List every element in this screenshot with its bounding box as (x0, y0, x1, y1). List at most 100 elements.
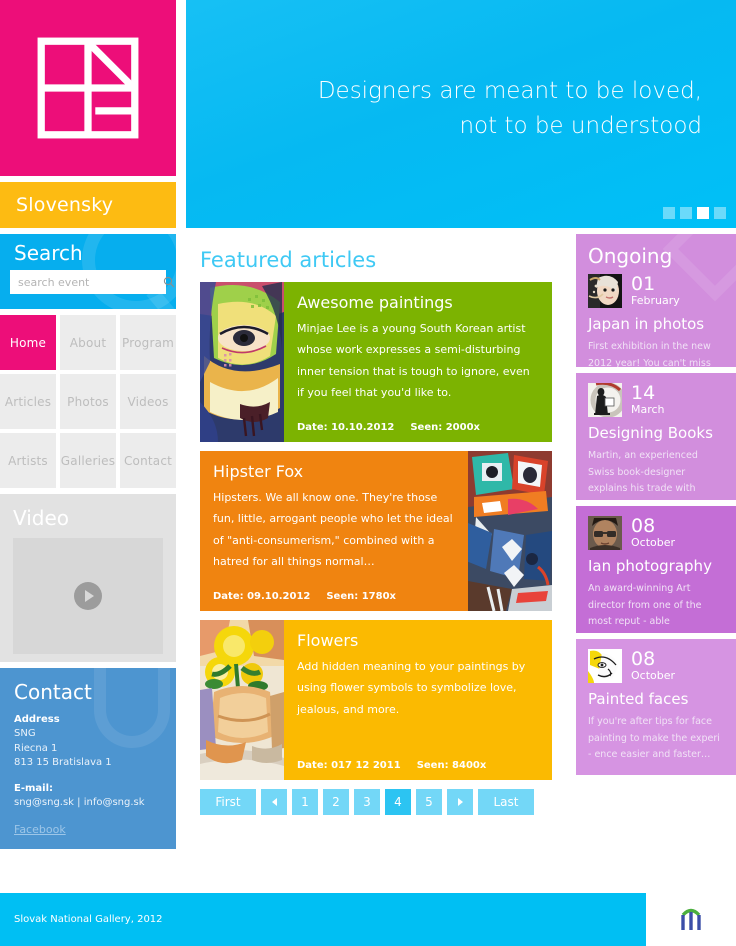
ongoing-header: 08 October (588, 649, 724, 683)
pagination-page-2[interactable]: 2 (323, 789, 349, 815)
ongoing-date: 01 February (631, 274, 680, 308)
ongoing-month: October (631, 535, 676, 549)
search-icon[interactable] (163, 276, 175, 288)
article-meta: Date: 10.10.2012 Seen: 2000x (297, 422, 539, 433)
article-seen: Seen: 2000x (410, 422, 481, 433)
pagination: First 1 2 3 4 5 Last (200, 789, 552, 815)
article-body: Hipster Fox Hipsters. We all know one. T… (200, 451, 468, 611)
painted-face-thumb (588, 649, 622, 683)
ongoing-date: 08 October (631, 514, 676, 550)
ongoing-desc: An award-winning Art director from one o… (588, 583, 710, 633)
banner-dots (663, 207, 726, 219)
footer-logo[interactable] (646, 893, 736, 946)
ongoing-card[interactable]: Ongoing 01 February Japan in photos Firs… (576, 234, 736, 367)
ongoing-date: 08 October (631, 649, 676, 683)
ongoing-desc: Martin, an experienced Swiss book-design… (588, 450, 698, 500)
nav-item-artists[interactable]: Artists (0, 433, 56, 488)
article-body: Flowers Add hidden meaning to your paint… (284, 620, 552, 780)
page-title: Featured articles (200, 248, 377, 272)
ongoing-name: Ian photography (588, 557, 712, 575)
nav-item-videos[interactable]: Videos (120, 374, 176, 429)
ian-portrait-thumb (588, 516, 622, 550)
contact-title: Contact (14, 680, 92, 704)
search-panel: Search (0, 234, 176, 309)
language-label: Slovensky (16, 194, 114, 216)
banner-quote-line-2: not to be understood (459, 112, 702, 139)
language-selector[interactable]: Slovensky (0, 182, 176, 228)
ongoing-card[interactable]: 08 October Painted faces If you're after… (576, 639, 736, 775)
nav-label: Program (121, 335, 175, 350)
ongoing-name: Designing Books (588, 424, 713, 442)
address-line-1: SNG (14, 728, 36, 739)
sng-logo-icon (37, 37, 139, 139)
nav-label: Articles (4, 394, 52, 409)
address-line-3: 813 15 Bratislava 1 (14, 757, 112, 768)
pagination-prev[interactable] (261, 789, 287, 815)
article-seen: Seen: 8400x (416, 760, 487, 771)
pagination-first[interactable]: First (200, 789, 256, 815)
main-navigation: Home About Program Articles Photos Video… (0, 315, 176, 488)
pagination-page-1[interactable]: 1 (292, 789, 318, 815)
search-field[interactable] (10, 270, 175, 294)
address-label: Address (14, 714, 60, 725)
nav-label: Contact (123, 453, 173, 468)
ongoing-header: 01 February (588, 274, 724, 308)
ongoing-header: 08 October (588, 516, 724, 550)
flowers-painting (200, 620, 284, 780)
banner-dot-1[interactable] (663, 207, 675, 219)
nav-item-program[interactable]: Program (120, 315, 176, 370)
pagination-page-4[interactable]: 4 (385, 789, 411, 815)
search-title: Search (14, 241, 83, 265)
nav-label: Videos (127, 394, 169, 409)
article-card[interactable]: Awesome paintings Minjae Lee is a young … (200, 282, 552, 442)
article-title: Flowers (297, 631, 359, 650)
nav-label: Home (9, 335, 47, 350)
ongoing-header: 14 March (588, 383, 724, 417)
ongoing-card[interactable]: 08 October Ian photography An award-winn… (576, 506, 736, 633)
nav-label: Galleries (60, 453, 116, 468)
article-card[interactable]: Hipster Fox Hipsters. We all know one. T… (200, 451, 552, 611)
banner-quote-line-1: Designers are meant to be loved, (317, 78, 702, 104)
ongoing-month: October (631, 668, 676, 682)
ongoing-card[interactable]: 14 March Designing Books Martin, an expe… (576, 373, 736, 500)
nav-item-home[interactable]: Home (0, 315, 56, 370)
nav-item-about[interactable]: About (60, 315, 116, 370)
video-panel: Video (0, 494, 176, 662)
article-text: Hipsters. We all know one. They're those… (213, 491, 453, 569)
site-logo[interactable] (0, 0, 176, 176)
banner-dot-4[interactable] (714, 207, 726, 219)
main-content: Featured articles Awesome paintings Minj… (186, 234, 566, 888)
video-title: Video (13, 506, 70, 530)
footer-copyright: Slovak National Gallery, 2012 (14, 914, 163, 925)
banner-quote: Designers are meant to be loved, not to … (262, 74, 702, 144)
article-text: Minjae Lee is a young South Korean artis… (297, 322, 530, 400)
pagination-page-3[interactable]: 3 (354, 789, 380, 815)
play-icon[interactable] (74, 582, 102, 610)
nav-item-galleries[interactable]: Galleries (60, 433, 116, 488)
pagination-last[interactable]: Last (478, 789, 534, 815)
chevron-left-icon (271, 798, 277, 806)
nav-item-contact[interactable]: Contact (120, 433, 176, 488)
nav-label: Photos (67, 394, 109, 409)
pagination-page-5[interactable]: 5 (416, 789, 442, 815)
banner-dot-3[interactable] (697, 207, 709, 219)
m-logo-icon (681, 908, 701, 930)
article-date: Date: 09.10.2012 (213, 591, 311, 602)
article-meta: Date: 017 12 2011 Seen: 8400x (297, 760, 539, 771)
video-thumbnail[interactable] (13, 538, 163, 654)
ongoing-date: 14 March (631, 383, 665, 417)
hero-banner: Designers are meant to be loved, not to … (186, 0, 736, 228)
article-card[interactable]: Flowers Add hidden meaning to your paint… (200, 620, 552, 780)
address-line-2: Riecna 1 (14, 742, 58, 754)
banner-dot-2[interactable] (680, 207, 692, 219)
facebook-link[interactable]: Facebook (14, 823, 162, 836)
email-values[interactable]: sng@sng.sk | info@sng.sk (14, 796, 162, 811)
nav-item-photos[interactable]: Photos (60, 374, 116, 429)
email-label: E-mail: (14, 782, 54, 794)
article-title: Hipster Fox (213, 462, 304, 481)
pagination-next[interactable] (447, 789, 473, 815)
ongoing-sidebar: Ongoing 01 February Japan in photos Firs… (576, 234, 736, 781)
search-input[interactable] (10, 271, 163, 293)
nav-item-articles[interactable]: Articles (0, 374, 56, 429)
ongoing-day: 08 (631, 514, 656, 537)
